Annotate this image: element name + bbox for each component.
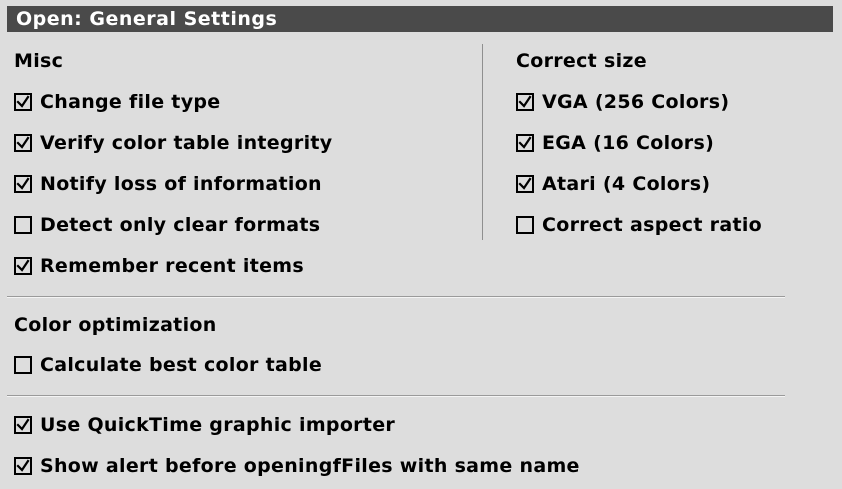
atari-checkbox[interactable]: Atari (4 Colors) [516, 170, 710, 198]
checkbox-checked-icon [516, 93, 534, 111]
checkbox-label: Change file type [40, 91, 221, 113]
checkbox-label: Correct aspect ratio [542, 214, 763, 236]
correct-aspect-ratio-checkbox[interactable]: Correct aspect ratio [516, 211, 762, 239]
checkbox-label: Show alert before openingfFiles with sam… [40, 455, 580, 477]
checkbox-checked-icon [516, 134, 534, 152]
correct-size-header: Correct size [516, 50, 647, 72]
panel-title: Open: General Settings [7, 6, 833, 32]
checkbox-label: EGA (16 Colors) [542, 132, 715, 154]
checkbox-label: Notify loss of information [40, 173, 322, 195]
settings-panel: Open: General Settings Misc Change file … [0, 0, 842, 489]
checkbox-label: Calculate best color table [40, 354, 323, 376]
checkbox-label: Use QuickTime graphic importer [40, 414, 396, 436]
checkbox-label: Detect only clear formats [40, 214, 321, 236]
checkbox-label: Atari (4 Colors) [542, 173, 711, 195]
vertical-divider [482, 44, 483, 240]
checkbox-checked-icon [14, 416, 32, 434]
checkbox-label: VGA (256 Colors) [542, 91, 730, 113]
show-alert-same-name-checkbox[interactable]: Show alert before openingfFiles with sam… [14, 452, 580, 480]
verify-color-table-checkbox[interactable]: Verify color table integrity [14, 129, 332, 157]
checkbox-unchecked-icon [14, 216, 32, 234]
use-quicktime-importer-checkbox[interactable]: Use QuickTime graphic importer [14, 411, 395, 439]
checkbox-unchecked-icon [14, 356, 32, 374]
checkbox-unchecked-icon [516, 216, 534, 234]
checkbox-checked-icon [516, 175, 534, 193]
detect-clear-formats-checkbox[interactable]: Detect only clear formats [14, 211, 320, 239]
horizontal-divider [7, 296, 785, 298]
checkbox-checked-icon [14, 257, 32, 275]
notify-loss-checkbox[interactable]: Notify loss of information [14, 170, 322, 198]
vga-checkbox[interactable]: VGA (256 Colors) [516, 88, 729, 116]
checkbox-label: Remember recent items [40, 255, 304, 277]
checkbox-checked-icon [14, 457, 32, 475]
color-optimization-header: Color optimization [14, 314, 217, 336]
checkbox-checked-icon [14, 134, 32, 152]
checkbox-checked-icon [14, 93, 32, 111]
ega-checkbox[interactable]: EGA (16 Colors) [516, 129, 714, 157]
remember-recent-items-checkbox[interactable]: Remember recent items [14, 252, 304, 280]
horizontal-divider [7, 395, 785, 397]
misc-header: Misc [14, 50, 64, 72]
checkbox-label: Verify color table integrity [40, 132, 333, 154]
calculate-best-color-table-checkbox[interactable]: Calculate best color table [14, 351, 322, 379]
change-file-type-checkbox[interactable]: Change file type [14, 88, 220, 116]
checkbox-checked-icon [14, 175, 32, 193]
